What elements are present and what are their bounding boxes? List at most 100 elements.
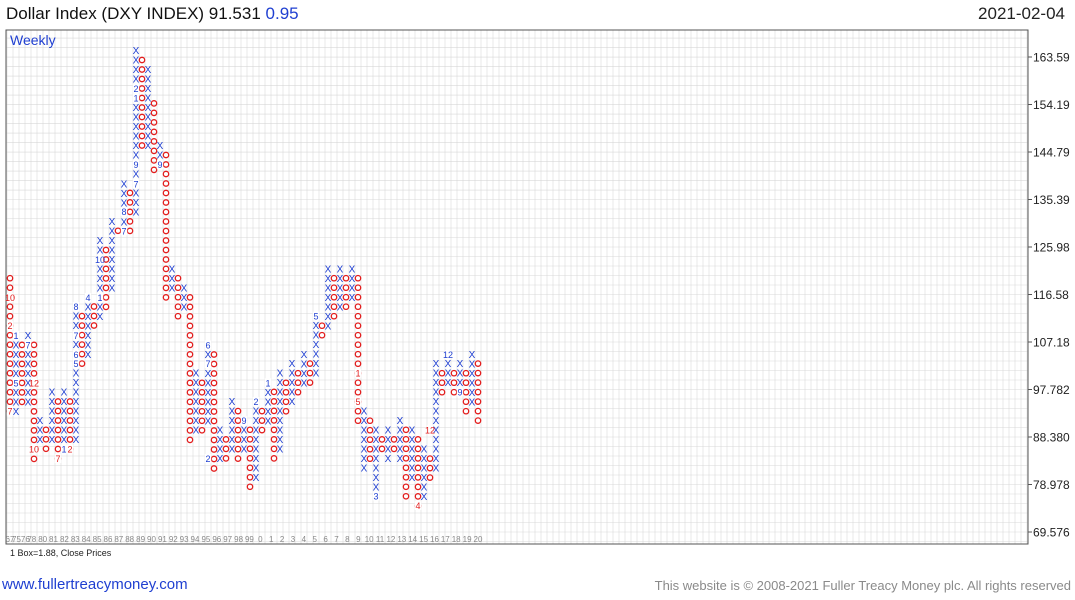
o-mark — [462, 407, 470, 415]
website-link[interactable]: www.fullertreacymoney.com — [2, 576, 188, 593]
x-tick-label: 81 — [49, 535, 58, 544]
x-mark: X — [313, 369, 320, 380]
x-tick-label: 86 — [104, 535, 113, 544]
o-mark — [162, 256, 170, 263]
x-mark: X — [13, 407, 20, 418]
month-label: 9 — [457, 387, 462, 397]
x-tick-label: 1 — [269, 535, 274, 544]
month-label: 1 — [13, 331, 18, 341]
frequency-label: Weekly — [10, 32, 56, 48]
x-tick-label: 3 — [291, 535, 296, 544]
o-mark — [354, 312, 362, 320]
pnf-chart: Weekly XXXXXXXXXXXXXXXXXXXXXXXXXXXXXXXXX… — [5, 29, 1070, 558]
o-mark — [30, 398, 38, 406]
o-mark — [474, 379, 482, 386]
y-tick-label: 125.98 — [1033, 241, 1070, 255]
x-tick-label: 90 — [147, 535, 156, 544]
x-tick-label: 88 — [125, 535, 134, 544]
x-tick-label: 91 — [158, 535, 167, 544]
o-mark — [342, 303, 350, 311]
x-tick-label: 0 — [258, 535, 263, 544]
o-mark — [138, 56, 146, 64]
o-mark — [210, 408, 218, 415]
o-mark — [210, 417, 218, 425]
o-mark — [210, 465, 218, 472]
x-tick-label: 9 — [356, 535, 361, 544]
month-label: 5 — [355, 397, 360, 407]
o-mark — [186, 351, 194, 358]
o-mark — [6, 303, 14, 311]
o-mark — [162, 189, 170, 197]
o-mark — [30, 455, 38, 463]
x-mark: X — [169, 284, 176, 295]
o-mark — [210, 389, 218, 396]
o-mark — [354, 322, 362, 330]
month-label: 8 — [121, 207, 126, 217]
o-mark — [30, 370, 38, 377]
x-tick-label: 15 — [419, 535, 428, 544]
o-mark — [162, 246, 170, 254]
o-mark — [474, 369, 482, 377]
o-mark — [366, 417, 374, 425]
month-label: 1 — [97, 293, 102, 303]
x-mark: X — [85, 350, 92, 361]
o-mark — [270, 455, 278, 462]
o-mark — [186, 303, 194, 311]
o-mark — [210, 379, 218, 387]
x-mark: X — [397, 454, 404, 465]
o-mark — [330, 312, 338, 320]
o-mark — [150, 100, 158, 107]
o-mark — [30, 408, 38, 415]
o-mark — [426, 474, 434, 481]
month-label: 4 — [85, 293, 90, 303]
o-mark — [354, 341, 362, 349]
o-mark — [150, 119, 158, 126]
x-mark: X — [145, 141, 152, 152]
month-label: 10 — [5, 293, 15, 303]
month-label: 2 — [7, 321, 12, 331]
x-tick-label: 96 — [212, 535, 221, 544]
o-mark — [30, 360, 38, 368]
x-mark: X — [349, 293, 356, 304]
x-mark: X — [133, 207, 140, 218]
o-mark — [450, 388, 458, 396]
x-tick-label: 2 — [280, 535, 285, 544]
month-label: 7 — [133, 179, 138, 189]
x-tick-label: 84 — [82, 535, 91, 544]
month-label: 7 — [55, 454, 60, 464]
o-mark — [474, 407, 482, 415]
y-tick-label: 97.782 — [1033, 383, 1070, 397]
month-label: 12 — [443, 350, 453, 360]
month-label: 1 — [265, 378, 270, 388]
o-mark — [354, 284, 362, 292]
o-mark — [162, 151, 170, 159]
o-mark — [30, 389, 38, 396]
o-mark — [162, 199, 170, 206]
month-label: 3 — [373, 492, 378, 502]
month-label: 10 — [29, 445, 39, 455]
month-label: 8 — [73, 302, 78, 312]
x-mark: X — [229, 445, 236, 456]
o-mark — [186, 332, 194, 339]
x-mark: X — [325, 322, 332, 333]
o-mark — [186, 294, 194, 301]
x-tick-label: 92 — [169, 535, 178, 544]
month-label: 2 — [67, 445, 72, 455]
x-tick-label: 7 — [334, 535, 339, 544]
y-tick-label: 88.380 — [1033, 431, 1070, 445]
x-tick-label: 99 — [245, 535, 254, 544]
o-mark — [294, 388, 302, 396]
o-mark — [210, 370, 218, 377]
o-mark — [258, 426, 266, 434]
o-mark — [186, 436, 194, 444]
o-mark — [354, 360, 362, 368]
o-mark — [234, 455, 242, 462]
month-label: 2 — [205, 454, 210, 464]
x-tick-label: 10 — [365, 535, 374, 544]
o-mark — [186, 341, 194, 349]
o-mark — [162, 218, 170, 225]
x-tick-label: 93 — [180, 535, 189, 544]
o-mark — [246, 483, 254, 491]
month-label: 10 — [95, 255, 105, 265]
x-mark: X — [469, 398, 476, 409]
